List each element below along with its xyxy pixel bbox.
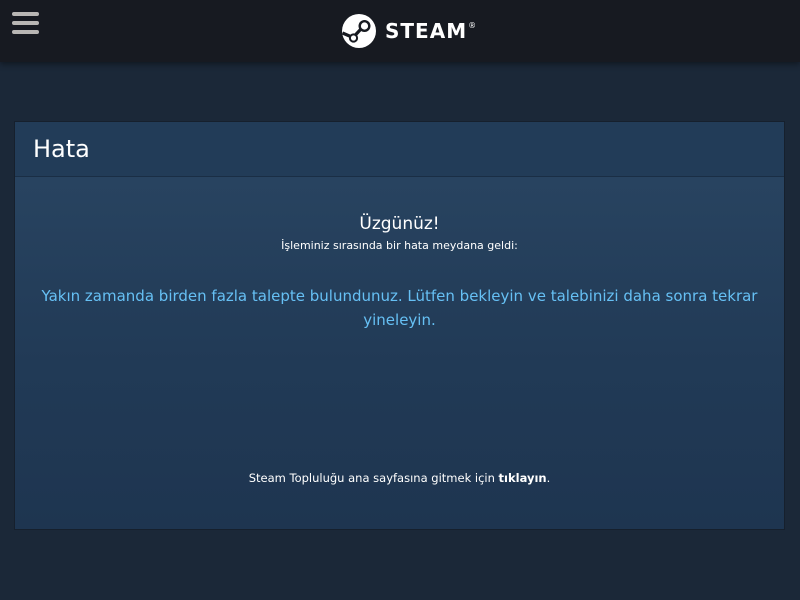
- steam-logo-icon: [341, 14, 376, 48]
- top-bar: STEAM ®: [0, 0, 800, 62]
- error-subtitle: İşleminiz sırasında bir hata meydana gel…: [281, 239, 518, 252]
- sorry-heading: Üzgünüz!: [359, 214, 440, 234]
- community-home-link[interactable]: tıklayın: [499, 471, 547, 485]
- steam-logo[interactable]: STEAM ®: [341, 13, 476, 49]
- panel-header: Hata: [15, 122, 784, 177]
- footer-suffix: .: [546, 471, 551, 485]
- footer-prefix: Steam Topluluğu ana sayfasına gitmek içi…: [248, 471, 499, 485]
- error-message: Yakın zamanda birden fazla talepte bulun…: [41, 287, 758, 329]
- logo-wordmark: STEAM: [385, 19, 468, 43]
- hamburger-menu-icon[interactable]: [12, 12, 39, 36]
- logo-trademark: ®: [468, 21, 477, 30]
- error-panel: Hata Üzgünüz! İşleminiz sırasında bir ha…: [15, 122, 784, 529]
- page-title: Hata: [33, 135, 90, 163]
- footer-text: Steam Topluluğu ana sayfasına gitmek içi…: [15, 471, 784, 485]
